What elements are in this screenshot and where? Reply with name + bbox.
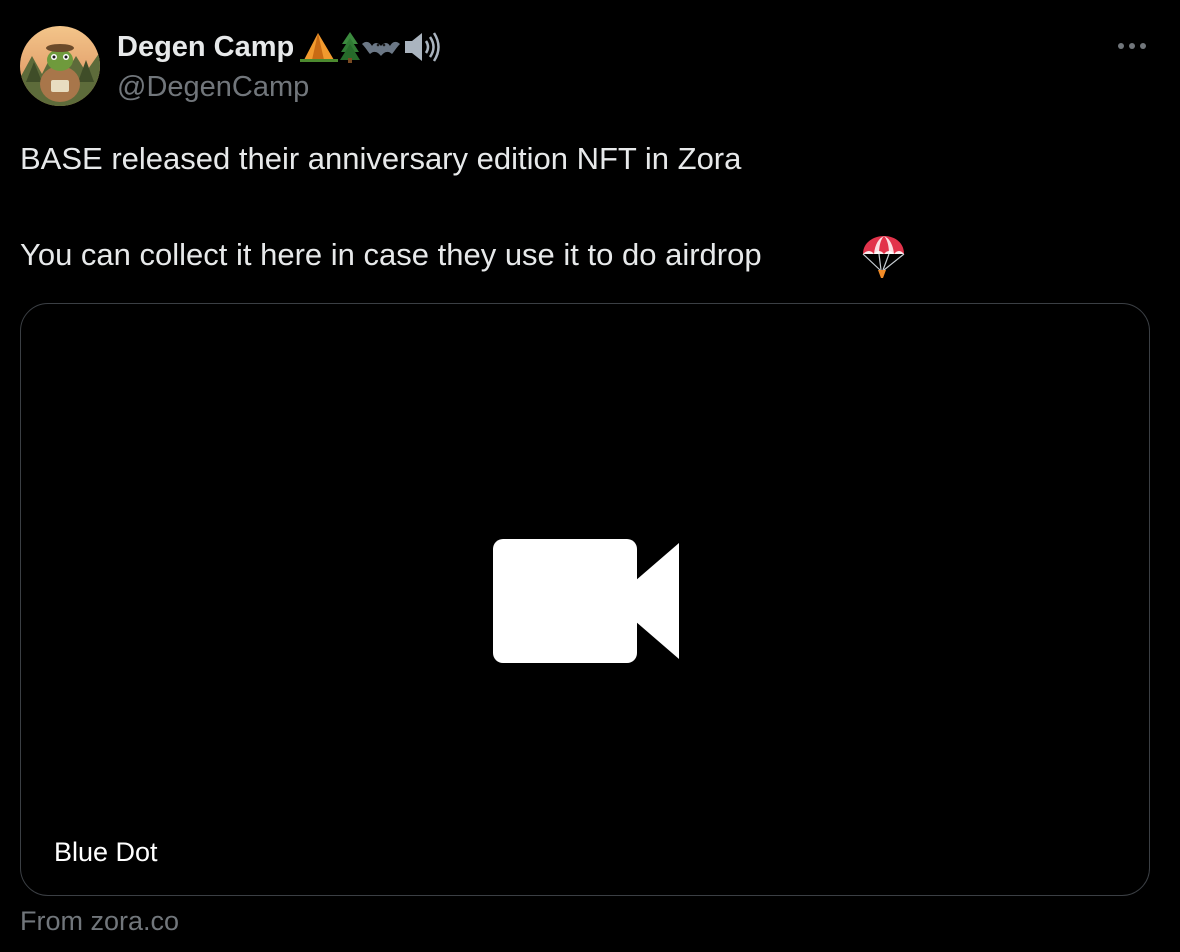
more-dots-icon xyxy=(1118,43,1146,49)
tweet-text-line-1: BASE released their anniversary edition … xyxy=(20,141,742,176)
speaker-icon xyxy=(405,32,440,62)
card-source[interactable]: From zora.co xyxy=(20,904,179,938)
avatar-image xyxy=(20,26,100,106)
video-camera-icon xyxy=(493,539,679,663)
card-title: Blue Dot xyxy=(54,837,158,867)
evergreen-tree-icon xyxy=(340,32,360,63)
more-options-button[interactable] xyxy=(1110,30,1154,62)
name-emojis xyxy=(298,30,442,64)
avatar[interactable] xyxy=(20,26,100,106)
camping-tent-icon xyxy=(300,33,338,62)
handle[interactable]: @DegenCamp xyxy=(117,69,309,105)
display-name[interactable]: Degen Camp xyxy=(117,28,294,66)
link-card[interactable]: Blue Dot xyxy=(20,303,1150,896)
tweet: Degen Camp @DegenCamp BASE released thei… xyxy=(0,0,1180,952)
tweet-text-line-2: You can collect it here in case they use… xyxy=(20,237,762,272)
parachute-icon xyxy=(862,236,905,278)
bat-icon xyxy=(362,41,400,56)
